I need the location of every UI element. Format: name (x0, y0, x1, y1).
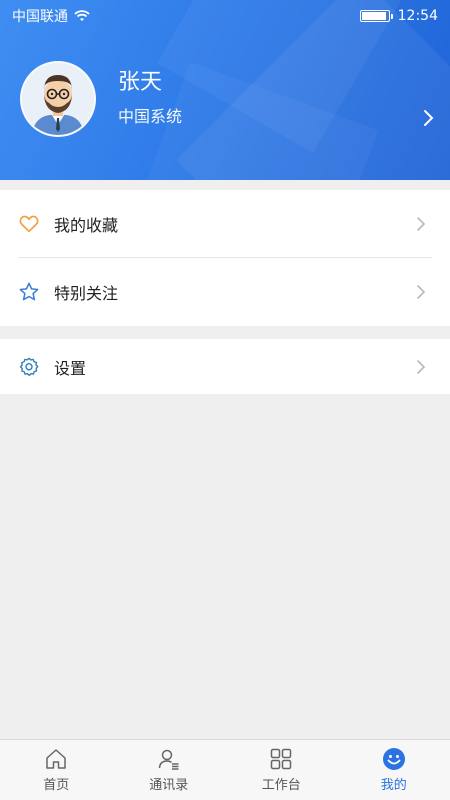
grid-icon (271, 748, 292, 770)
user-name: 张天 (118, 70, 163, 95)
avatar-illustration (22, 63, 94, 135)
tab-label: 工作台 (261, 778, 301, 793)
bottom-tab-bar: 首页 通讯录 工作台 我的 (0, 739, 450, 800)
chevron-right-icon (417, 217, 426, 231)
tab-contacts[interactable]: 通讯录 (113, 740, 226, 800)
menu-item-special-follow[interactable]: 特别关注 (0, 258, 450, 326)
menu-group-main: 我的收藏 特别关注 (0, 190, 450, 326)
chevron-right-icon (417, 285, 426, 299)
clock: 12:54 (397, 8, 438, 24)
menu-group-settings: 设置 (0, 339, 450, 394)
profile-header: 中国联通 12:54 张天 中国系统 (0, 0, 450, 180)
home-icon (46, 749, 66, 769)
avatar[interactable] (20, 61, 96, 137)
profile-card[interactable]: 张天 中国系统 (20, 60, 440, 138)
star-icon (19, 282, 39, 301)
menu-item-label: 特别关注 (54, 284, 119, 303)
menu-item-favorites[interactable]: 我的收藏 (0, 190, 450, 258)
menu-item-settings[interactable]: 设置 (0, 339, 450, 394)
tab-label: 通讯录 (149, 778, 189, 793)
wifi-icon (74, 10, 90, 21)
battery-icon (359, 10, 393, 22)
tab-mine[interactable]: 我的 (338, 740, 450, 800)
tab-home[interactable]: 首页 (0, 740, 113, 800)
gear-icon (19, 357, 39, 376)
smiley-icon (382, 748, 405, 770)
carrier-label: 中国联通 (12, 9, 68, 25)
tab-workbench[interactable]: 工作台 (225, 740, 338, 800)
heart-icon (19, 215, 39, 233)
tab-label: 首页 (43, 778, 70, 793)
menu-item-label: 设置 (54, 358, 87, 378)
chevron-right-icon[interactable] (416, 106, 440, 130)
user-organization: 中国系统 (118, 107, 183, 126)
contacts-icon (158, 749, 179, 770)
chevron-right-icon (417, 359, 426, 374)
tab-label: 我的 (380, 778, 407, 793)
status-bar: 中国联通 12:54 (0, 0, 450, 32)
menu-item-label: 我的收藏 (54, 216, 119, 235)
